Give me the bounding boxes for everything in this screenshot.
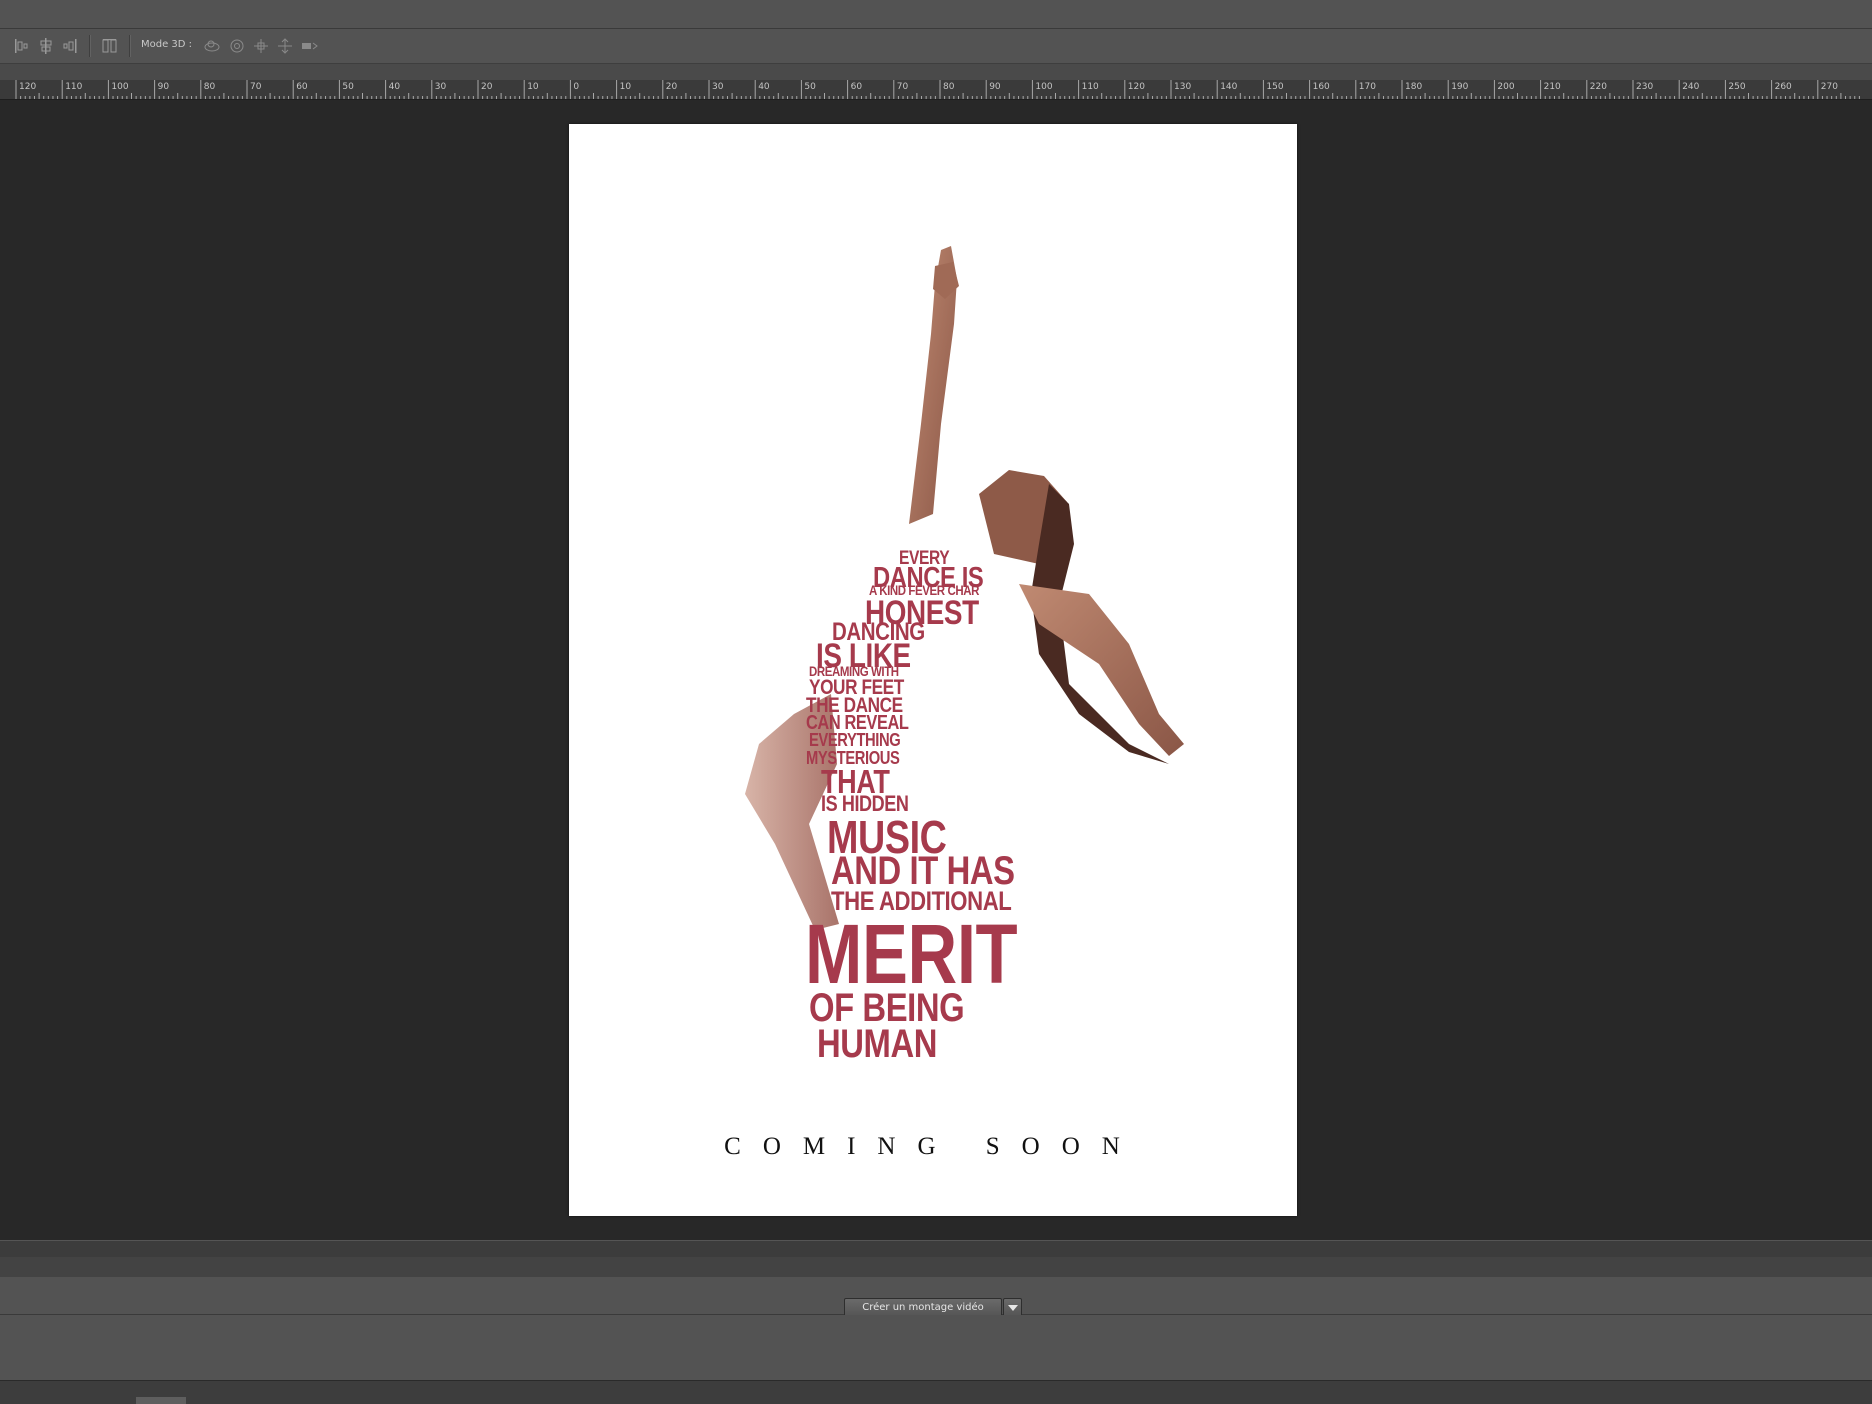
ruler-label: 160 <box>1313 82 1330 92</box>
ruler-label: 190 <box>1451 82 1468 92</box>
orbit-3d-icon[interactable] <box>203 37 221 55</box>
ruler-ticks: 120 110 100 90 80 70 60 50 40 30 20 10 0 10 20 30 40 50 60… <box>15 80 1860 99</box>
ruler-label: 100 <box>1035 82 1052 92</box>
ruler-label: 20 <box>666 82 678 92</box>
ruler-label: 140 <box>1220 82 1237 92</box>
ruler-label: 150 <box>1266 82 1283 92</box>
horizontal-ruler[interactable]: 120 110 100 90 80 70 60 50 40 30 20 10 0 10 20 30 40 50 60… <box>0 80 1872 100</box>
separator <box>129 35 131 57</box>
mode-3d-label: Mode 3D : <box>141 39 193 50</box>
ruler-label: 100 <box>111 82 128 92</box>
ruler-label: 210 <box>1544 82 1561 92</box>
quote-line: MERIT <box>805 907 1018 1001</box>
timeline-header <box>0 1257 1872 1277</box>
document-canvas[interactable]: EVERY DANCE IS A KIND FEVER CHAR HONEST DANC… <box>569 124 1297 1216</box>
ruler-label: 30 <box>435 82 447 92</box>
ruler-label: 130 <box>1174 82 1191 92</box>
ruler-label: 10 <box>620 82 632 92</box>
ruler-label: 70 <box>250 82 262 92</box>
ruler-label: 80 <box>204 82 216 92</box>
quote-line: HUMAN <box>817 1022 938 1066</box>
ruler-label: 70 <box>897 82 909 92</box>
ruler-label: 90 <box>158 82 170 92</box>
ruler-label: 40 <box>758 82 770 92</box>
quote-line: EVERYTHING <box>809 730 901 750</box>
pan-3d-icon[interactable] <box>252 37 270 55</box>
ruler-label: 110 <box>65 82 82 92</box>
options-bar: Mode 3D : <box>0 29 1872 64</box>
ruler-label: 120 <box>19 82 36 92</box>
ruler-label: 240 <box>1682 82 1699 92</box>
timeline-body <box>0 1315 1872 1380</box>
ruler-label: 40 <box>389 82 401 92</box>
ruler-label: 170 <box>1359 82 1376 92</box>
ruler-label: 30 <box>712 82 724 92</box>
ruler-label: 270 <box>1821 82 1838 92</box>
canvas-area[interactable]: EVERY DANCE IS A KIND FEVER CHAR HONEST DANC… <box>0 100 1872 1240</box>
ruler-label: 120 <box>1128 82 1145 92</box>
panel-divider[interactable] <box>0 1240 1872 1258</box>
ruler-label: 250 <box>1728 82 1745 92</box>
distribute-hcenter-icon[interactable] <box>37 37 55 55</box>
timeline-panel: Créer un montage vidéo <box>0 1277 1872 1317</box>
ruler-label: 220 <box>1590 82 1607 92</box>
ruler-label: 10 <box>527 82 539 92</box>
photoshop-workspace: Mode 3D : 120 110 100 90 80 70 60 50 40 30 20 10 0 10… <box>0 0 1872 1404</box>
slide-3d-icon[interactable] <box>276 37 294 55</box>
ruler-label: 110 <box>1082 82 1099 92</box>
horizontal-scrollbar-thumb[interactable] <box>136 1397 186 1404</box>
menu-strip <box>0 0 1872 29</box>
ruler-label: 180 <box>1405 82 1422 92</box>
separator <box>89 35 91 57</box>
status-bar <box>0 1380 1872 1404</box>
chevron-down-icon <box>1008 1305 1018 1311</box>
auto-align-icon[interactable] <box>101 37 119 55</box>
ruler-label: 60 <box>851 82 863 92</box>
ruler-label: 230 <box>1636 82 1653 92</box>
ruler-label: 50 <box>804 82 816 92</box>
coming-soon-text: COMING SOON <box>724 1133 1142 1160</box>
distribute-left-icon[interactable] <box>13 37 31 55</box>
quote-line: AND IT HAS <box>831 849 1015 893</box>
ruler-label: 200 <box>1497 82 1514 92</box>
ruler-label: 0 <box>573 82 579 92</box>
ruler-label: 60 <box>296 82 308 92</box>
roll-3d-icon[interactable] <box>228 37 246 55</box>
distribute-right-icon[interactable] <box>61 37 79 55</box>
scale-3d-icon[interactable] <box>300 37 320 55</box>
ruler-label: 90 <box>989 82 1001 92</box>
ruler-label: 260 <box>1775 82 1792 92</box>
ruler-label: 50 <box>342 82 354 92</box>
panel-gap <box>0 64 1872 80</box>
ruler-label: 20 <box>481 82 493 92</box>
ruler-label: 80 <box>943 82 955 92</box>
